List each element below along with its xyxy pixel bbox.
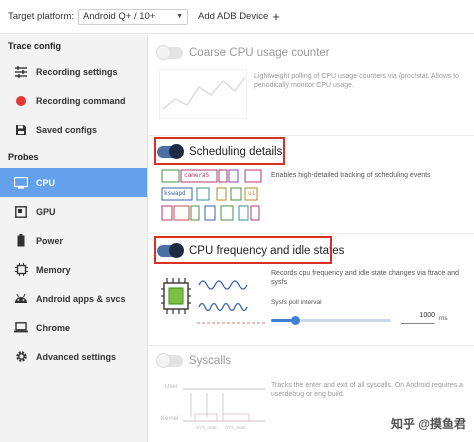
gpu-icon — [14, 205, 28, 219]
top-bar: Target platform: Android Q+ / 10+ ▼ Add … — [0, 0, 474, 34]
add-adb-device-button[interactable]: Add ADB Device + — [198, 10, 280, 23]
save-icon — [14, 123, 28, 137]
trace-config-title: Trace config — [8, 41, 62, 51]
sched-label-camera: cameraS — [184, 172, 210, 179]
sidebar-item-recording-command[interactable]: Recording command — [0, 86, 147, 115]
sidebar-item-advanced-settings[interactable]: Advanced settings — [0, 342, 147, 371]
target-platform-value: Android Q+ / 10+ — [83, 11, 156, 22]
sidebar-item-label: Recording settings — [36, 66, 118, 77]
sidebar-item-label: Recording command — [36, 95, 126, 106]
divider — [149, 233, 474, 234]
divider — [149, 345, 474, 346]
sidebar-item-label: Power — [36, 235, 64, 246]
sidebar-item-saved-configs[interactable]: Saved configs — [0, 115, 147, 144]
memory-icon — [14, 263, 28, 277]
syscalls-label-user: User — [165, 384, 178, 390]
gear-icon — [14, 350, 28, 364]
poll-interval-unit: ms — [439, 315, 448, 322]
sidebar-item-android-apps[interactable]: Android apps & svcs — [0, 284, 147, 313]
sysfs-poll-interval-input[interactable]: 1000 — [401, 312, 435, 324]
syscalls-label-sys-read-1: SYS_read — [196, 425, 217, 430]
watermark: 知乎 @摸鱼君 — [390, 417, 466, 431]
sliders-icon — [14, 65, 28, 79]
syscalls-toggle[interactable] — [156, 353, 183, 368]
sidebar-item-recording-settings[interactable]: Recording settings — [0, 57, 147, 86]
android-icon — [14, 292, 28, 306]
plus-icon: + — [272, 9, 280, 24]
cpu-icon — [14, 176, 28, 190]
target-platform-select[interactable]: Android Q+ / 10+ ▼ — [78, 8, 188, 25]
sidebar-item-gpu[interactable]: GPU — [0, 197, 147, 226]
probe-panel: Coarse CPU usage counter Lightweight pol… — [149, 35, 474, 442]
sidebar-item-cpu[interactable]: CPU — [0, 168, 147, 197]
sysfs-poll-interval-label: Sysfs poll interval — [271, 299, 322, 306]
syscalls-label-sys-read-2: SYS_read — [225, 425, 246, 430]
probe-title: Coarse CPU usage counter — [189, 47, 330, 59]
highlight-box-scheduling — [154, 137, 285, 165]
sidebar-item-label: CPU — [36, 177, 56, 188]
scheduling-illustration: cameraS kswapd ui — [161, 169, 263, 225]
sidebar-item-label: Chrome — [36, 322, 71, 333]
sidebar-item-power[interactable]: Power — [0, 226, 147, 255]
probe-description: Lightweight polling of CPU usage counter… — [254, 73, 460, 89]
add-adb-device-label: Add ADB Device — [198, 11, 269, 22]
chevron-down-icon: ▼ — [176, 13, 183, 20]
probe-coarse-cpu: Coarse CPU usage counter Lightweight pol… — [149, 41, 474, 133]
divider — [149, 135, 474, 136]
battery-icon — [14, 234, 28, 248]
laptop-icon — [14, 321, 28, 335]
sidebar-item-label: GPU — [36, 206, 56, 217]
sidebar-item-chrome[interactable]: Chrome — [0, 313, 147, 342]
syscalls-illustration: User Kernel SYS_read SYS_read — [161, 381, 265, 435]
probes-title: Probes — [8, 152, 39, 162]
slider-thumb[interactable] — [290, 316, 300, 325]
sidebar-item-memory[interactable]: Memory — [0, 255, 147, 284]
syscalls-label-kernel: Kernel — [161, 416, 179, 422]
sidebar-item-label: Android apps & svcs — [36, 293, 126, 304]
sidebar-item-label: Memory — [36, 264, 71, 275]
sidebar-item-label: Advanced settings — [36, 351, 117, 362]
sidebar: Trace config Recording settings Recordin… — [0, 35, 148, 442]
target-platform-label: Target platform: — [8, 11, 74, 22]
coarse-cpu-toggle[interactable] — [156, 45, 183, 60]
cpu-frequency-illustration — [161, 277, 269, 327]
sidebar-item-label: Saved configs — [36, 124, 98, 135]
highlight-box-cpu-frequency — [154, 236, 332, 264]
sched-label-ui: ui — [248, 190, 256, 197]
probe-description: Records cpu frequency and idle state cha… — [271, 270, 459, 286]
sysfs-poll-interval-slider[interactable] — [271, 316, 391, 325]
coarse-cpu-illustration — [158, 68, 248, 120]
sched-label-kswapd: kswapd — [164, 190, 186, 197]
record-dot-icon — [14, 94, 28, 108]
probe-description: Enables high-detailed tracking of schedu… — [271, 172, 431, 179]
probe-description: Tracks the enter and exit of all syscall… — [271, 382, 463, 398]
probe-title: Syscalls — [189, 355, 232, 367]
